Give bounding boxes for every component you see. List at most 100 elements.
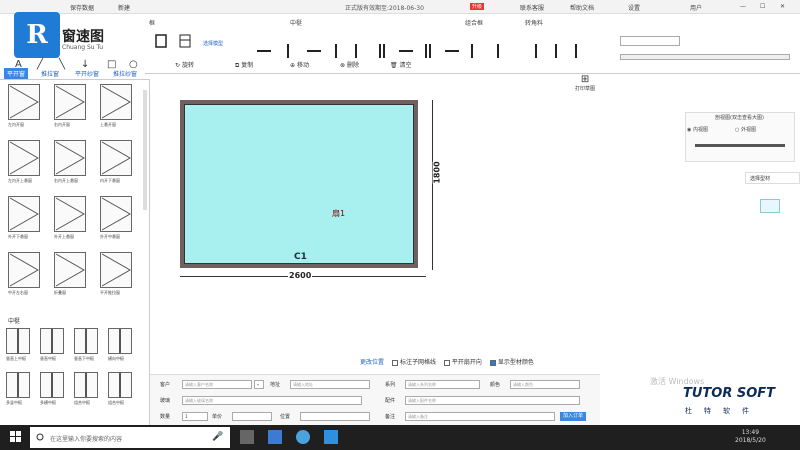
glass-input[interactable]: 请输入玻璃名称 (182, 396, 362, 405)
tab-casement-screen[interactable]: 平开纱窗 (72, 68, 102, 79)
rotate-button[interactable]: ↻ 旋转 (175, 60, 194, 69)
help-docs-button[interactable]: 帮助文档 (570, 3, 594, 12)
series-input[interactable]: 请输入系列名称 (405, 380, 480, 389)
system-clock[interactable]: 13:49 2018/5/20 (735, 429, 766, 445)
profile-selector[interactable] (620, 36, 680, 46)
new-menu[interactable]: 新建 (118, 3, 130, 12)
microphone-icon[interactable]: 🎤 (212, 432, 223, 442)
print-sketch-button[interactable]: ⊞ 打印草图 (575, 74, 595, 92)
window-frame-c1[interactable]: 扇1 (180, 100, 418, 268)
window-type-thumbnail[interactable]: 中开左右窗 (8, 252, 44, 302)
clear-button[interactable]: 🗑 清空 (390, 60, 412, 69)
window-type-thumbnail[interactable]: 外开下悬窗 (8, 196, 44, 246)
mullion-double-v2-tool[interactable] (383, 44, 385, 58)
tab-sliding-screen[interactable]: 推拉纱窗 (110, 68, 140, 79)
thumbnail-frame (100, 84, 132, 120)
tab-sliding[interactable]: 推拉窗 (38, 68, 62, 79)
close-icon[interactable]: ✕ (780, 3, 785, 10)
mullion-thumbnail[interactable]: 组合中梃 (74, 372, 110, 422)
mullion-v-tool[interactable] (287, 44, 289, 58)
customer-dropdown[interactable]: ▾ (254, 380, 264, 389)
corner3-tool[interactable] (575, 44, 577, 58)
note-input[interactable]: 请输入备注 (405, 412, 555, 421)
radio-outer-view[interactable]: ○ 外视图 (735, 126, 756, 133)
window-type-thumbnail[interactable]: 右内开上悬窗 (54, 140, 90, 190)
profile-slider[interactable] (620, 54, 790, 60)
user-button[interactable]: 用户 (690, 3, 702, 12)
mullion-double-h2-tool[interactable] (445, 50, 459, 52)
task-view-icon[interactable] (240, 430, 254, 444)
opening-icon (101, 85, 132, 119)
combo-frame-tool[interactable] (471, 44, 473, 58)
corner2-tool[interactable] (555, 44, 557, 58)
select-profile-button[interactable]: 选择型材 (745, 172, 800, 184)
mullion-thumbnail[interactable]: 多竖中梃 (6, 372, 42, 422)
mullion-thumbnail[interactable]: 组合中梃 (108, 372, 144, 422)
corner-tool[interactable] (535, 44, 537, 58)
move-button[interactable]: ⊕ 移动 (290, 60, 309, 69)
config-input[interactable]: 请输入配件名称 (405, 396, 580, 405)
mullion-double-v4-tool[interactable] (429, 44, 431, 58)
edge-icon[interactable] (268, 430, 282, 444)
mullion-h2-tool[interactable] (307, 50, 321, 52)
mullion-thumbnail[interactable]: 垂直中梃 (40, 328, 76, 378)
upgrade-badge[interactable]: 升级 (470, 3, 485, 10)
mullion-v3-tool[interactable] (355, 44, 357, 58)
mullion-double-v-tool[interactable] (379, 44, 381, 58)
windows-start-icon[interactable] (10, 431, 22, 443)
app-icon-1[interactable] (296, 430, 310, 444)
casement-direction-checkbox[interactable] (443, 359, 450, 366)
opening-icon (9, 197, 40, 231)
add-to-order-button[interactable]: 加入订单 (560, 412, 587, 421)
contact-support-button[interactable]: 联系客服 (520, 3, 544, 12)
window-type-thumbnail[interactable]: 折叠窗 (54, 252, 90, 302)
window-type-thumbnail[interactable]: 外开中悬窗 (100, 196, 136, 246)
combo-frame2-tool[interactable] (497, 44, 499, 58)
settings-button[interactable]: 设置 (628, 3, 640, 12)
position-input[interactable] (300, 412, 370, 421)
opening-icon (9, 253, 40, 287)
shape-library-panel: 左内开窗 右内开窗 上悬开窗左内开上悬窗 右内开上悬窗 内开下悬窗外开下悬窗 外开上悬窗 外… (0, 80, 150, 425)
taskbar-search-box[interactable]: 在这里输入你要搜索的内容 🎤 (30, 427, 230, 448)
window-type-thumbnail[interactable]: 平开推拉窗 (100, 252, 136, 302)
window-type-thumbnail[interactable]: 外开上悬窗 (54, 196, 90, 246)
mullion-caption: 组合中梃 (108, 400, 124, 405)
unit-price-input[interactable] (232, 412, 272, 421)
app-icon-2[interactable] (324, 430, 338, 444)
qty-input[interactable]: 1 (182, 412, 208, 421)
window-type-thumbnail[interactable]: 左内开上悬窗 (8, 140, 44, 190)
mullion-h-tool[interactable] (257, 50, 271, 52)
window-type-thumbnail[interactable]: 右内开窗 (54, 84, 90, 134)
mullion-v2-tool[interactable] (335, 44, 337, 58)
drawing-canvas[interactable]: 扇1 C1 2600 1800 (150, 74, 675, 374)
window-type-thumbnail[interactable]: 内开下悬窗 (100, 140, 136, 190)
select-model-dropdown[interactable]: 选择模型 (203, 40, 223, 47)
profile-color-checkbox[interactable] (489, 359, 496, 366)
height-dimension-label[interactable]: 1800 (432, 161, 442, 184)
radio-inner-view[interactable]: ◉ 内视图 (687, 126, 708, 133)
color-input[interactable]: 请输入颜色 (510, 380, 580, 389)
mullion-thumbnail[interactable]: 垂直上中梃 (6, 328, 42, 378)
label-grid-checkbox[interactable] (391, 359, 398, 366)
mullion-double-v3-tool[interactable] (425, 44, 427, 58)
search-icon (36, 433, 44, 441)
width-dimension-label[interactable]: 2600 (288, 271, 313, 280)
save-data-menu[interactable]: 保存数据 (70, 3, 94, 12)
change-position-option[interactable]: 更改位置 (360, 359, 384, 366)
delete-button[interactable]: ⊗ 删除 (340, 60, 359, 69)
mullion-thumbnail[interactable]: 横向中梃 (108, 328, 144, 378)
tab-casement[interactable]: 平开窗 (4, 68, 29, 79)
mullion-thumbnail[interactable]: 垂直下中梃 (74, 328, 110, 378)
library-scrollbar[interactable] (143, 90, 147, 210)
window-type-thumbnail[interactable]: 上悬开窗 (100, 84, 136, 134)
minimize-icon[interactable]: — (740, 3, 746, 10)
customer-input[interactable]: 请输入客户名称 (182, 380, 252, 389)
maximize-icon[interactable]: ☐ (760, 3, 765, 10)
mullion-double-h-tool[interactable] (399, 50, 413, 52)
address-input[interactable]: 请输入地址 (290, 380, 370, 389)
window-type-thumbnail[interactable]: 左内开窗 (8, 84, 44, 134)
frame-split-icon[interactable] (179, 34, 191, 50)
mullion-thumbnail[interactable]: 多横中梃 (40, 372, 76, 422)
frame-rect-icon[interactable] (155, 34, 167, 50)
copy-button[interactable]: ⧉ 复制 (235, 60, 253, 70)
